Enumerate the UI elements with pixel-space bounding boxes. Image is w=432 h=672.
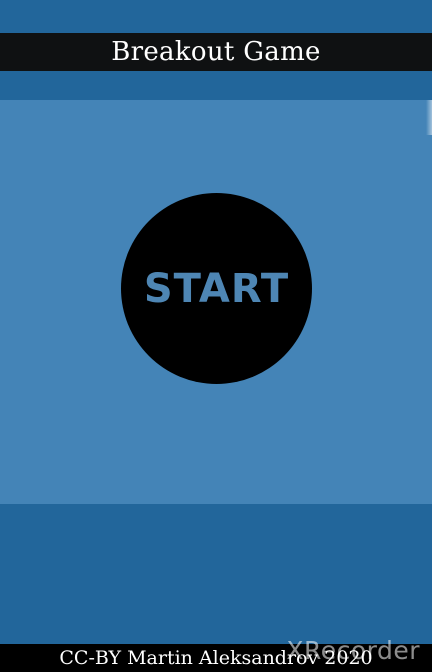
recorder-watermark: XRecorder [286, 636, 420, 665]
edge-highlight [426, 100, 432, 135]
game-title: Breakout Game [111, 37, 321, 67]
start-button-label: START [143, 265, 290, 312]
bottom-band [0, 504, 432, 644]
top-strip [0, 0, 432, 33]
game-screen: Breakout Game START CC-BY Martin Aleksan… [0, 0, 432, 672]
title-bar: Breakout Game [0, 33, 432, 71]
start-button[interactable]: START [121, 193, 312, 384]
header-band [0, 71, 432, 100]
